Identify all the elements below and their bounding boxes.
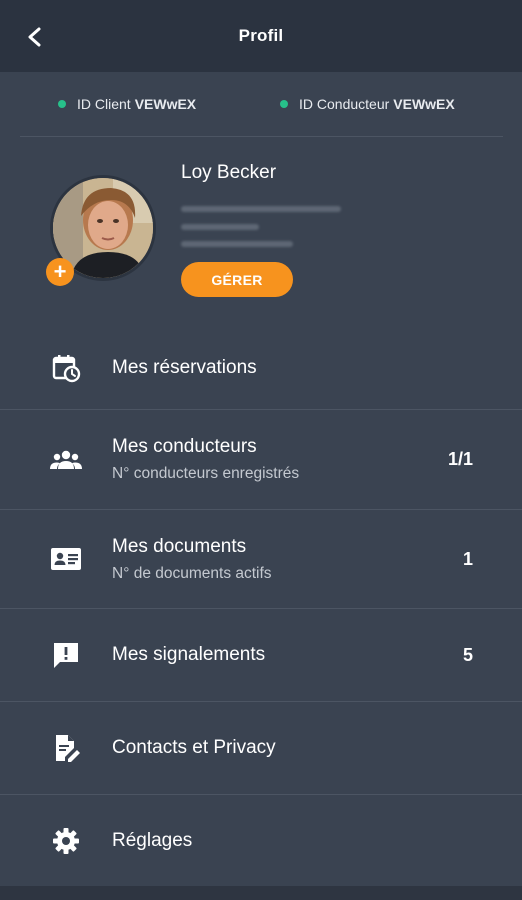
menu-item-text: Mes signalements xyxy=(112,644,265,666)
redacted-location xyxy=(181,224,259,230)
alert-message-icon xyxy=(50,639,82,671)
driver-id: ID Conducteur VEWwEX xyxy=(280,96,455,112)
redacted-phone xyxy=(181,241,293,247)
menu-item-text: Réglages xyxy=(112,830,192,852)
client-id-value: VEWwEX xyxy=(134,96,197,112)
id-card-icon xyxy=(50,543,82,575)
redacted-email xyxy=(181,206,341,212)
ids-row: ID Client VEWwEX ID Conducteur VEWwEX xyxy=(0,72,522,136)
menu-item-contacts-privacy[interactable]: Contacts et Privacy xyxy=(0,702,522,794)
chevron-left-icon xyxy=(28,27,41,47)
menu-item-reports[interactable]: Mes signalements 5 xyxy=(0,609,522,701)
drivers-count: 1/1 xyxy=(447,449,473,469)
menu-item-text: Contacts et Privacy xyxy=(112,737,276,759)
menu-item-title: Mes documents xyxy=(112,535,247,557)
add-photo-button[interactable]: + xyxy=(46,258,74,286)
profile-card: + Loy Becker GÉRER xyxy=(0,137,522,327)
group-icon xyxy=(50,444,82,476)
gear-icon xyxy=(50,825,82,857)
menu-item-text: Mes réservations xyxy=(112,357,257,379)
top-app-bar: Profil xyxy=(0,0,522,72)
documents-count: 1 xyxy=(462,548,473,569)
menu-item-title: Mes signalements xyxy=(112,644,266,665)
bottom-edge xyxy=(0,886,522,900)
client-id-label: ID Client xyxy=(77,96,131,112)
menu-item-title: Contacts et Privacy xyxy=(112,737,276,758)
driver-id-label: ID Conducteur xyxy=(299,96,390,112)
menu-item-title: Mes réservations xyxy=(112,357,257,378)
document-edit-icon xyxy=(50,732,82,764)
page-title: Profil xyxy=(238,26,284,45)
menu-item-reservations[interactable]: Mes réservations xyxy=(0,327,522,409)
client-id: ID Client VEWwEX xyxy=(58,96,196,112)
driver-id-value: VEWwEX xyxy=(393,96,455,112)
menu-item-subtitle: N° de documents actifs xyxy=(112,564,272,582)
manage-button[interactable]: GÉRER xyxy=(181,262,293,297)
status-dot xyxy=(58,100,66,108)
menu-item-title: Réglages xyxy=(112,829,193,851)
plus-icon: + xyxy=(53,259,67,284)
menu-item-text: Mes conducteurs N° conducteurs enregistr… xyxy=(112,436,299,483)
menu-item-documents[interactable]: Mes documents N° de documents actifs 1 xyxy=(0,510,522,608)
user-name: Loy Becker xyxy=(181,162,277,183)
menu-item-settings[interactable]: Réglages xyxy=(0,795,522,886)
calendar-clock-icon xyxy=(50,352,82,384)
status-dot xyxy=(280,100,288,108)
menu-item-title: Mes conducteurs xyxy=(112,436,257,457)
back-button[interactable] xyxy=(18,20,52,54)
reports-count: 5 xyxy=(462,644,473,665)
menu-item-subtitle: N° conducteurs enregistrés xyxy=(112,465,300,482)
menu-item-text: Mes documents N° de documents actifs xyxy=(112,536,272,583)
menu-item-drivers[interactable]: Mes conducteurs N° conducteurs enregistr… xyxy=(0,410,522,509)
